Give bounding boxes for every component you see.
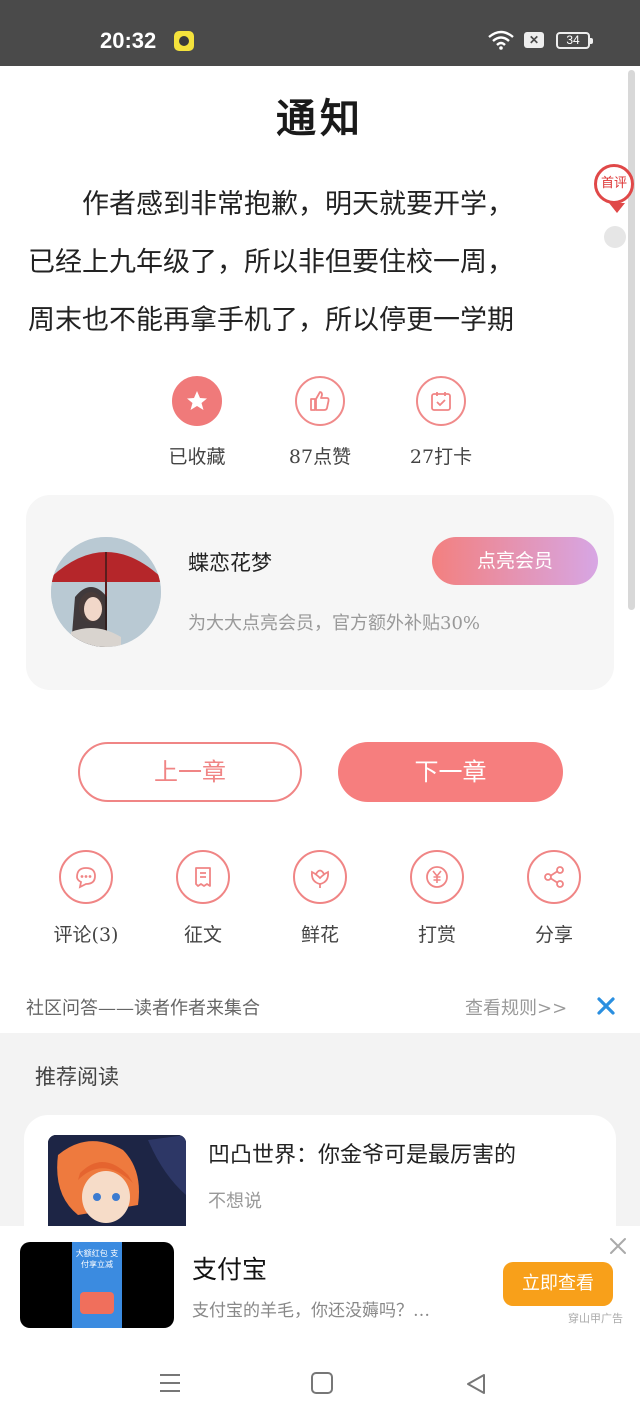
member-description: 为大大点亮会员，官方额外补贴30% (188, 613, 481, 634)
document-icon (176, 850, 230, 904)
ad-banner[interactable]: 大额红包 支付享立减 支付宝 支付宝的羊毛，你还没薅吗？… 立即查看 穿山甲广告 (0, 1226, 640, 1342)
paragraph-comment-dot[interactable] (604, 226, 626, 248)
ad-thumbnail-text: 大额红包 支付享立减 (75, 1249, 119, 1269)
next-chapter-button[interactable]: 下一章 (338, 742, 563, 802)
comment-button[interactable]: 评论(3) (36, 850, 136, 947)
status-bar: 20:32 ✕ 34 (0, 0, 640, 66)
book-title[interactable]: 凹凸世界：你金爷可是最厉害的 (208, 1137, 516, 1169)
ad-source-tag: 穿山甲广告 (568, 1312, 623, 1325)
menu-icon[interactable] (158, 1372, 182, 1394)
community-qa-link[interactable]: 社区问答——读者作者来集合 (26, 994, 260, 1020)
like-count-label: 87点赞 (288, 446, 352, 468)
paragraph-line: 作者感到非常抱歉，明天就要开学， (28, 189, 514, 220)
flower-icon (293, 850, 347, 904)
share-icon (527, 850, 581, 904)
collect-button[interactable]: 已收藏 (142, 376, 252, 469)
battery-icon: 34 (556, 32, 593, 49)
comment-icon (59, 850, 113, 904)
checkin-button[interactable]: 27打卡 (386, 376, 496, 469)
chapter-actions: 已收藏 87点赞 27打卡 (0, 376, 640, 476)
ad-view-now-button[interactable]: 立即查看 (503, 1262, 613, 1306)
notification-app-icon (174, 31, 194, 51)
scrollbar[interactable] (628, 70, 635, 610)
tool-row: 评论(3) 征文 鲜花 打赏 分享 (0, 850, 640, 950)
star-icon (172, 376, 222, 426)
calendar-check-icon (416, 376, 466, 426)
author-card: 蝶恋花梦 点亮会员 为大大点亮会员，官方额外补贴30% (26, 495, 614, 690)
ad-title[interactable]: 支付宝 (192, 1250, 267, 1286)
chapter-title: 通知 (276, 95, 364, 142)
share-button[interactable]: 分享 (504, 850, 604, 947)
reward-button[interactable]: 打赏 (387, 850, 487, 947)
reward-label: 打赏 (417, 924, 456, 946)
author-avatar[interactable] (51, 537, 161, 647)
view-rules-link[interactable]: 查看规则>> (465, 994, 567, 1020)
author-name[interactable]: 蝶恋花梦 (188, 547, 272, 577)
chapter-content: 作者感到非常抱歉，明天就要开学， 已经上九年级了，所以非但要住校一周， 周末也不… (28, 176, 588, 350)
wifi-icon (488, 30, 514, 50)
like-button[interactable]: 87点赞 (265, 376, 375, 469)
previous-chapter-button[interactable]: 上一章 (78, 742, 302, 802)
ad-description: 支付宝的羊毛，你还没薅吗？… (192, 1301, 430, 1321)
close-icon[interactable] (596, 996, 616, 1016)
back-icon[interactable] (464, 1372, 488, 1396)
flower-button[interactable]: 鲜花 (270, 850, 370, 947)
home-icon[interactable] (311, 1372, 333, 1394)
paragraph-line: 周末也不能再拿手机了，所以停更一学期 (28, 305, 514, 336)
flower-label: 鲜花 (300, 924, 339, 946)
light-up-member-button[interactable]: 点亮会员 (432, 537, 598, 585)
system-nav-bar (0, 1342, 640, 1422)
collect-label: 已收藏 (168, 446, 226, 468)
ad-thumbnail[interactable]: 大额红包 支付享立减 (20, 1242, 174, 1328)
paragraph-line: 已经上九年级了，所以非但要住校一周， (28, 247, 514, 278)
recommended-title: 推荐阅读 (35, 1065, 119, 1089)
thumbs-up-icon (295, 376, 345, 426)
ad-close-icon[interactable] (608, 1236, 628, 1256)
essay-button[interactable]: 征文 (153, 850, 253, 947)
yen-coin-icon (410, 850, 464, 904)
checkin-count-label: 27打卡 (409, 446, 473, 468)
comment-label: 评论(3) (53, 924, 119, 946)
no-sim-icon: ✕ (524, 32, 544, 48)
essay-label: 征文 (183, 924, 222, 946)
share-label: 分享 (534, 924, 573, 946)
status-time: 20:32 (100, 28, 157, 53)
first-comment-badge[interactable]: 首评 (594, 164, 634, 213)
book-subtitle: 不想说 (208, 1191, 262, 1212)
